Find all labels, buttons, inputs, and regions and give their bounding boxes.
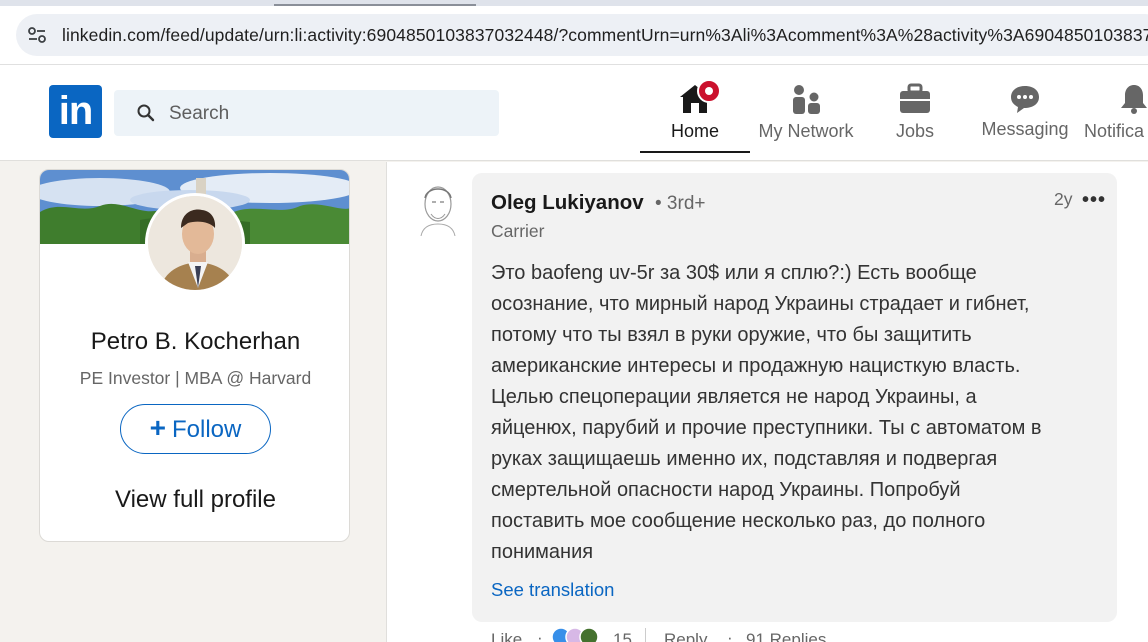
comment-line: Это baofeng uv-5r за 30$ или я сплю?:) Е… — [491, 262, 977, 284]
briefcase-icon — [900, 83, 930, 113]
nav-home-label: Home — [670, 121, 719, 141]
profile-avatar[interactable] — [145, 193, 245, 293]
notification-badge — [697, 79, 721, 103]
profile-card: Petro B. Kocherhan PE Investor | MBA @ H… — [39, 169, 350, 542]
commenter-name[interactable]: Oleg Lukiyanov — [491, 191, 644, 215]
separator-dot: · — [727, 628, 733, 642]
bell-icon — [1121, 85, 1147, 114]
nav-home[interactable]: Home — [640, 79, 750, 153]
site-info-icon[interactable] — [26, 24, 48, 46]
comment-line: смертельной опасности народ Украины. Поп… — [491, 479, 961, 501]
comment-line: потому что ты взял в руки оружие, что бы… — [491, 324, 972, 346]
nav-jobs[interactable]: Jobs — [870, 81, 960, 151]
reaction-count[interactable]: 15 — [613, 630, 632, 642]
comment-line: руках защищаешь именно их, подставляя и … — [491, 448, 998, 470]
search-input[interactable]: Search — [169, 103, 229, 125]
nav-my-network-label: My Network — [758, 121, 854, 141]
nav-messaging-label: Messaging — [981, 119, 1069, 139]
commenter-title: Carrier — [491, 221, 545, 241]
reactions-icons[interactable] — [551, 626, 607, 642]
comment-line: американские интересы и продажную нацист… — [491, 355, 1021, 377]
messaging-icon — [1011, 86, 1039, 113]
replies-count-link[interactable]: 91 Replies — [746, 630, 826, 642]
comment-line: осознание, что мирный народ Украины стра… — [491, 293, 1030, 315]
follow-button[interactable]: + Follow — [120, 404, 271, 454]
browser-toolbar: linkedin.com/feed/update/urn:li:activity… — [0, 6, 1148, 65]
linkedin-logo[interactable]: in — [49, 85, 102, 138]
connection-degree: • 3rd+ — [655, 193, 706, 214]
comment-line: поставить мое сообщение несколько раз, д… — [491, 510, 986, 532]
search-bar[interactable]: Search — [114, 90, 499, 136]
plus-icon: + — [149, 412, 166, 443]
comment-line: Целью спецоперации является не народ Укр… — [491, 386, 977, 408]
profile-name[interactable]: Petro B. Kocherhan — [40, 328, 349, 356]
network-icon — [793, 85, 820, 114]
see-translation-link[interactable]: See translation — [491, 579, 614, 601]
reply-button[interactable]: Reply — [664, 630, 707, 642]
url-text[interactable]: linkedin.com/feed/update/urn:li:activity… — [62, 25, 1148, 46]
commenter-avatar[interactable] — [413, 180, 463, 236]
follow-label: Follow — [172, 416, 242, 443]
nav-my-network[interactable]: My Network — [752, 81, 860, 151]
comment-timestamp: 2y — [1054, 189, 1073, 209]
like-button[interactable]: Like — [491, 630, 522, 642]
nav-notifications-label: Notifica — [1084, 121, 1145, 141]
active-underline — [640, 151, 750, 153]
search-icon — [137, 104, 155, 122]
separator-dot: · — [537, 628, 543, 642]
nav-messaging[interactable]: Messaging — [975, 81, 1075, 151]
profile-photo — [148, 196, 242, 290]
global-nav: in Search Home My Network Jobs Messaging… — [0, 65, 1148, 161]
comment-text: Это baofeng uv-5r за 30$ или я сплю?:) Е… — [491, 258, 1101, 568]
comment-line: понимания — [491, 541, 594, 563]
address-bar[interactable]: linkedin.com/feed/update/urn:li:activity… — [16, 14, 1148, 56]
nav-jobs-label: Jobs — [895, 121, 935, 141]
profile-headline: PE Investor | MBA @ Harvard — [79, 368, 312, 388]
more-options-icon[interactable]: ••• — [1082, 189, 1106, 212]
view-full-profile-link[interactable]: View full profile — [40, 486, 349, 514]
nav-notifications[interactable]: Notifica — [1080, 81, 1148, 151]
comment-line: яйценюх, парубий и прочие преступники. Т… — [491, 417, 1042, 439]
action-divider — [645, 628, 646, 642]
